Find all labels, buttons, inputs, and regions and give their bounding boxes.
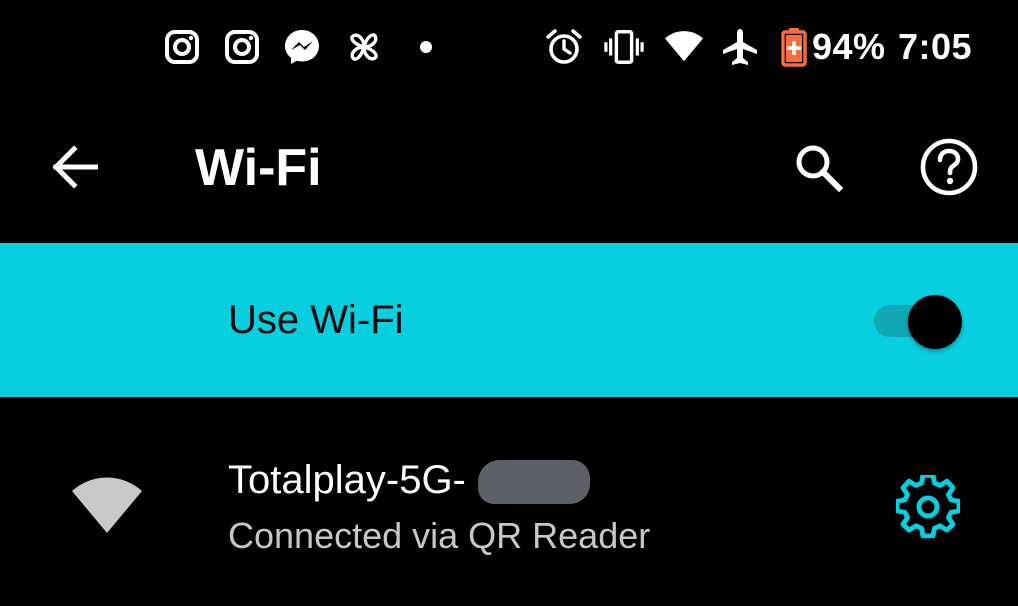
app-bar: Wi-Fi xyxy=(0,95,1018,243)
wifi-signal-icon xyxy=(70,469,144,537)
messenger-icon xyxy=(282,27,322,67)
airplane-icon xyxy=(720,27,760,67)
network-settings-button[interactable] xyxy=(890,469,966,545)
search-icon xyxy=(796,145,843,192)
more-dot-icon xyxy=(406,27,446,67)
help-icon xyxy=(920,138,978,196)
toggle-thumb xyxy=(908,295,962,349)
page-title: Wi-Fi xyxy=(195,139,322,197)
instagram-icon xyxy=(162,27,202,67)
wifi-settings-screen: 94% 7:05 Wi-Fi Use Wi-Fi Totalplay-5G- C… xyxy=(0,0,1018,606)
search-button[interactable] xyxy=(786,135,850,199)
battery-percentage: 94% xyxy=(812,26,886,67)
arrow-back-icon xyxy=(52,145,98,189)
use-wifi-toggle[interactable] xyxy=(874,295,964,349)
gear-icon xyxy=(896,475,960,539)
status-bar: 94% 7:05 xyxy=(0,0,1018,95)
status-time: 7:05 xyxy=(898,26,973,67)
vibrate-icon xyxy=(604,27,644,67)
pinwheel-icon xyxy=(344,27,384,67)
use-wifi-row[interactable]: Use Wi-Fi xyxy=(0,243,1018,397)
connected-network-row[interactable]: Totalplay-5G- Connected via QR Reader xyxy=(0,397,1018,606)
back-button[interactable] xyxy=(42,135,106,199)
battery-saver-icon xyxy=(777,27,811,67)
instagram-icon xyxy=(222,27,262,67)
network-name: Totalplay-5G- xyxy=(228,458,466,502)
network-status: Connected via QR Reader xyxy=(228,515,651,556)
wifi-signal-icon xyxy=(664,27,704,67)
alarm-icon xyxy=(544,27,584,67)
redacted-network-suffix xyxy=(478,460,590,504)
use-wifi-label: Use Wi-Fi xyxy=(228,298,404,342)
help-button[interactable] xyxy=(917,135,981,199)
